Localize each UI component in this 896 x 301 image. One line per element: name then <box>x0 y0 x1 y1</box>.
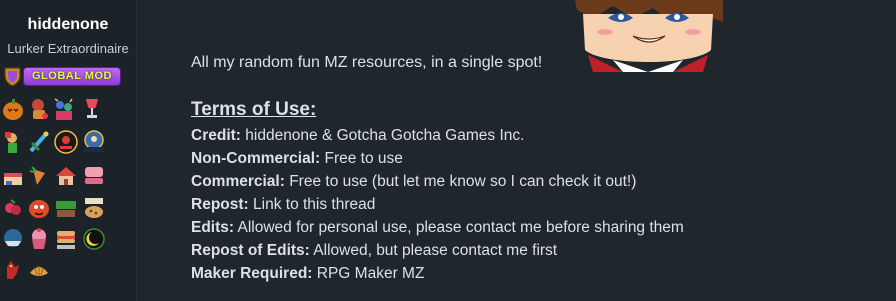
sidebar-gutter <box>137 0 173 301</box>
terms-item-commercial: Commercial: Free to use (but let me know… <box>191 172 684 195</box>
cookie-trophy-icon[interactable] <box>82 195 106 221</box>
terms-value: Free to use <box>324 150 403 167</box>
berry-trophy-icon[interactable] <box>1 195 25 221</box>
terms-label: Credit: <box>191 127 241 144</box>
dragon-trophy-icon[interactable] <box>1 257 25 283</box>
terms-label: Non-Commercial: <box>191 150 321 167</box>
terms-of-use-heading: Terms of Use: <box>191 99 317 120</box>
terms-item-credit: Credit: hiddenone & Gotcha Gotcha Games … <box>191 126 684 149</box>
username-link[interactable]: hiddenone <box>0 16 136 34</box>
shield-icon <box>4 67 21 87</box>
user-banner: GLOBAL MOD <box>3 66 121 87</box>
moon-trophy-icon[interactable] <box>82 226 106 252</box>
house-trophy-icon[interactable] <box>54 163 78 189</box>
character-trophy-icon[interactable] <box>27 96 51 122</box>
creature-trophy-icon[interactable] <box>27 195 51 221</box>
terms-item-repost: Repost: Link to this thread <box>191 195 684 218</box>
sword-trophy-icon[interactable] <box>27 129 51 155</box>
terms-label: Repost of Edits: <box>191 242 310 259</box>
post-intro-text: All my random fun MZ resources, in a sin… <box>191 54 543 71</box>
ticket-trophy-icon[interactable] <box>54 195 78 221</box>
terms-item-edits: Edits: Allowed for personal use, please … <box>191 218 684 241</box>
boat-trophy-icon[interactable] <box>1 226 25 252</box>
terms-label: Maker Required: <box>191 265 313 282</box>
goblet-trophy-icon[interactable] <box>80 96 104 122</box>
challenge-trophy-icon[interactable] <box>82 129 106 155</box>
global-mod-badge: GLOBAL MOD <box>23 67 121 86</box>
terms-label: Commercial: <box>191 173 285 190</box>
terms-list: Credit: hiddenone & Gotcha Gotcha Games … <box>191 126 684 287</box>
terms-value: RPG Maker MZ <box>316 265 425 282</box>
terms-value: Allowed, but please contact me first <box>313 242 558 259</box>
cupcake-trophy-icon[interactable] <box>27 226 51 252</box>
terms-value: Free to use (but let me know so I can ch… <box>289 173 637 190</box>
terms-label: Edits: <box>191 219 235 236</box>
candy-trophy-icon[interactable] <box>82 163 106 189</box>
user-sidebar: hiddenone Lurker Extraordinaire GLOBAL M… <box>0 0 137 301</box>
cake-trophy-icon[interactable] <box>1 163 25 189</box>
hero-trophy-icon[interactable] <box>1 129 25 155</box>
party-trophy-icon[interactable] <box>52 96 76 122</box>
terms-item-non-commercial: Non-Commercial: Free to use <box>191 149 684 172</box>
terms-value: hiddenone & Gotcha Gotcha Games Inc. <box>245 127 525 144</box>
forum-post: hiddenone Lurker Extraordinaire GLOBAL M… <box>0 0 896 301</box>
character-avatar-image <box>573 0 723 72</box>
pumpkin-trophy-icon[interactable] <box>1 96 25 122</box>
dark-orb-trophy-icon[interactable] <box>54 129 78 155</box>
terms-item-repost-of-edits: Repost of Edits: Allowed, but please con… <box>191 241 684 264</box>
sandwich-trophy-icon[interactable] <box>54 226 78 252</box>
terms-value: Link to this thread <box>253 196 376 213</box>
terms-label: Repost: <box>191 196 249 213</box>
croissant-trophy-icon[interactable] <box>27 257 51 283</box>
terms-value: Allowed for personal use, please contact… <box>237 219 684 236</box>
carrot-trophy-icon[interactable] <box>27 163 51 189</box>
terms-item-maker-required: Maker Required: RPG Maker MZ <box>191 264 684 287</box>
user-title: Lurker Extraordinaire <box>7 41 129 56</box>
